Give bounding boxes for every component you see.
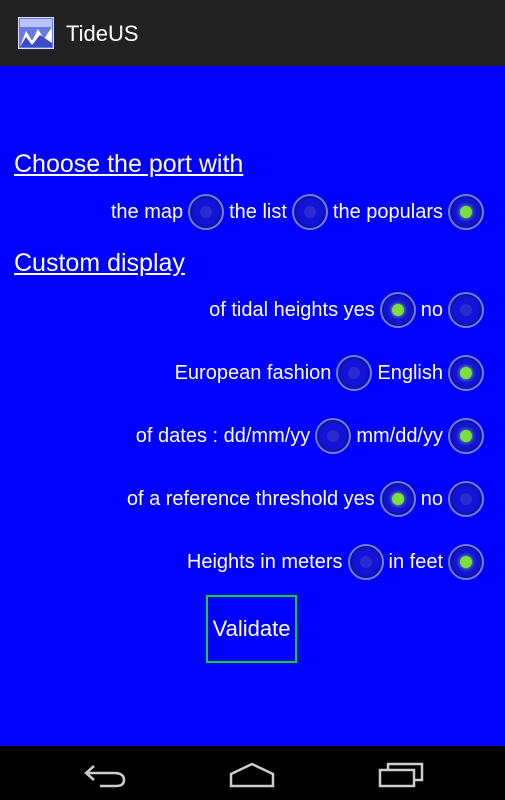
back-icon[interactable] xyxy=(80,760,130,788)
threshold-no-label: no xyxy=(420,487,443,510)
heights-feet-radio[interactable] xyxy=(448,544,484,580)
port-option-populars-label: the populars xyxy=(332,200,443,223)
port-option-map-radio[interactable] xyxy=(188,194,225,230)
tidal-heights-no-label: no xyxy=(420,298,443,321)
dates-mmddyy-label: mm/dd/yy xyxy=(356,424,443,447)
navigation-bar xyxy=(0,746,505,800)
fashion-row: European fashion English xyxy=(173,355,487,391)
tidal-heights-row: of tidal heights yes no xyxy=(207,292,487,328)
tidal-heights-yes-radio[interactable] xyxy=(379,292,416,328)
recents-icon[interactable] xyxy=(376,760,426,788)
app-tide-icon xyxy=(18,17,54,49)
heights-feet-label: in feet xyxy=(388,550,443,573)
custom-display-heading: Custom display xyxy=(14,249,185,277)
threshold-row: of a reference threshold yes no xyxy=(125,481,487,517)
action-bar: TideUS xyxy=(0,0,505,66)
home-icon[interactable] xyxy=(227,760,277,788)
dates-ddmmyy-radio[interactable] xyxy=(315,418,352,454)
tidal-heights-no-radio[interactable] xyxy=(448,292,484,328)
port-option-populars-radio[interactable] xyxy=(448,194,484,230)
port-option-list-radio[interactable] xyxy=(291,194,328,230)
app-title: TideUS xyxy=(66,21,139,46)
english-fashion-label: English xyxy=(377,361,443,384)
dates-mmddyy-radio[interactable] xyxy=(448,418,484,454)
dates-row: of dates : dd/mm/yy mm/dd/yy xyxy=(134,418,487,454)
units-row: Heights in meters in feet xyxy=(185,544,487,580)
threshold-yes-radio[interactable] xyxy=(379,481,416,517)
threshold-no-radio[interactable] xyxy=(448,481,484,517)
threshold-label: of a reference threshold yes xyxy=(126,487,375,510)
european-fashion-radio[interactable] xyxy=(336,355,373,391)
port-option-list-label: the list xyxy=(229,200,287,223)
european-fashion-label: European fashion xyxy=(174,361,332,384)
main-content: Choose the port with the map the list th… xyxy=(0,66,505,746)
port-option-map-label: the map xyxy=(110,200,184,223)
heights-meters-label: Heights in meters xyxy=(186,550,343,573)
port-choice-row: the map the list the populars xyxy=(109,194,487,230)
tidal-heights-label: of tidal heights yes xyxy=(209,298,375,321)
english-fashion-radio[interactable] xyxy=(448,355,484,391)
port-section-heading: Choose the port with xyxy=(14,150,244,178)
heights-meters-radio[interactable] xyxy=(347,544,384,580)
validate-button[interactable]: Validate xyxy=(206,595,297,663)
dates-ddmmyy-label: of dates : dd/mm/yy xyxy=(135,424,311,447)
